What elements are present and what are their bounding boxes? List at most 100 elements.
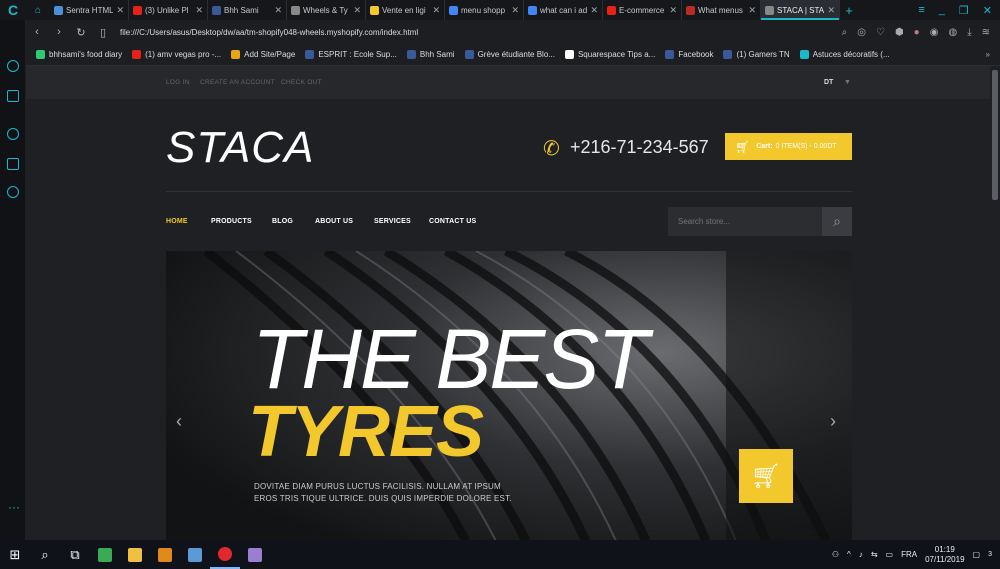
- login-link[interactable]: LOG IN: [166, 79, 190, 86]
- create-account-link[interactable]: CREATE AN ACCOUNT: [200, 79, 275, 86]
- slider-prev-icon[interactable]: ‹: [176, 411, 182, 432]
- search-icon[interactable]: ⌕: [30, 540, 60, 569]
- cube-icon[interactable]: ⬢: [895, 27, 904, 38]
- app-h-icon[interactable]: [90, 540, 120, 569]
- history-icon[interactable]: [7, 128, 19, 140]
- browser-tab[interactable]: what can i ad ✕: [524, 0, 603, 20]
- browser-tab[interactable]: (3) Unlike Pl ✕: [129, 0, 208, 20]
- browser-tab[interactable]: Bhh Sami ✕: [208, 0, 287, 20]
- favicon-icon: [686, 5, 695, 15]
- bookmark-item[interactable]: (1) amv vegas pro -...: [132, 50, 221, 59]
- bookmark-item[interactable]: ESPRIT : Ecole Sup...: [305, 50, 397, 59]
- page-scrollbar[interactable]: [990, 66, 1000, 540]
- clock[interactable]: 01:19 07/11/2019: [925, 545, 964, 565]
- app-blue-icon[interactable]: [180, 540, 210, 569]
- chevron-down-icon[interactable]: ▼: [844, 79, 851, 86]
- close-tab-icon[interactable]: ✕: [669, 5, 677, 16]
- browser-tab[interactable]: Sentra HTML ✕: [50, 0, 129, 20]
- forward-icon[interactable]: ›: [48, 26, 70, 38]
- tray-chevron-icon[interactable]: ^: [847, 550, 851, 559]
- close-tab-icon[interactable]: ✕: [511, 5, 519, 16]
- settings-icon[interactable]: [7, 186, 19, 198]
- browser-tab[interactable]: E-commerce ✕: [603, 0, 682, 20]
- profile-icon[interactable]: ◍: [948, 27, 957, 38]
- snapshot-icon[interactable]: ◎: [857, 27, 866, 38]
- favicon-icon: [564, 50, 574, 59]
- battery-icon[interactable]: ▭: [886, 550, 894, 559]
- close-tab-icon[interactable]: ✕: [274, 5, 282, 16]
- nav-home[interactable]: HOME: [166, 218, 188, 225]
- close-tab-icon[interactable]: ✕: [827, 5, 835, 16]
- app-photo-icon[interactable]: [240, 540, 270, 569]
- bookmark-label: Bhh Sami: [419, 50, 455, 59]
- people-icon[interactable]: ⚇: [832, 550, 839, 559]
- bookmark-item[interactable]: Astuces décoratifs (...: [799, 50, 890, 59]
- close-window-icon[interactable]: ✕: [983, 4, 992, 17]
- more-icon[interactable]: ···: [8, 500, 20, 514]
- volume-icon[interactable]: ♪: [859, 550, 863, 559]
- search-input[interactable]: [668, 207, 823, 236]
- minimize-icon[interactable]: _: [939, 4, 945, 16]
- bookmark-item[interactable]: Grève étudiante Blo...: [464, 50, 555, 59]
- hero-cart-button[interactable]: 🛒︎: [739, 449, 793, 503]
- bookmark-item[interactable]: (1) Gamers TN: [723, 50, 790, 59]
- task-view-icon[interactable]: ⧉: [60, 540, 90, 569]
- search-icon[interactable]: ⌕: [842, 27, 848, 38]
- easy-setup-icon[interactable]: ≋: [982, 27, 990, 38]
- file-explorer-icon[interactable]: [120, 540, 150, 569]
- bookmark-item[interactable]: Bhh Sami: [406, 50, 455, 59]
- browser-logo-icon[interactable]: C: [0, 0, 26, 20]
- nav-products[interactable]: PRODUCTS: [211, 218, 252, 225]
- close-tab-icon[interactable]: ✕: [116, 5, 124, 16]
- browser-tab[interactable]: What menus ✕: [682, 0, 761, 20]
- workspaces-icon[interactable]: ⌂: [26, 0, 50, 20]
- scrollbar-thumb[interactable]: [992, 70, 998, 200]
- speed-dial-icon[interactable]: [7, 60, 19, 72]
- close-tab-icon[interactable]: ✕: [432, 5, 440, 16]
- phone-number: +216-71-234-567: [570, 137, 709, 157]
- nav-blog[interactable]: BLOG: [272, 218, 293, 225]
- site-logo[interactable]: STACA: [166, 123, 314, 173]
- bookmark-label: Astuces décoratifs (...: [812, 50, 890, 59]
- new-tab-button[interactable]: +: [840, 0, 858, 20]
- tab-menu-icon[interactable]: ≡: [918, 4, 924, 16]
- bookmark-item[interactable]: Facebook: [665, 50, 713, 59]
- checkout-link[interactable]: CHECK OUT: [281, 79, 322, 86]
- notifications-icon[interactable]: ▢: [973, 550, 981, 559]
- browser-tab[interactable]: menu shopp ✕: [445, 0, 524, 20]
- nav-services[interactable]: SERVICES: [374, 218, 411, 225]
- download-icon[interactable]: ⤓: [967, 27, 971, 38]
- language-indicator[interactable]: FRA: [901, 550, 917, 559]
- bookmarks-more-icon[interactable]: »: [986, 50, 1000, 59]
- vpn-icon[interactable]: ◉: [930, 27, 939, 38]
- reload-icon[interactable]: ↻: [70, 26, 92, 39]
- extensions-icon[interactable]: [7, 158, 19, 170]
- browser-tab[interactable]: Vente en ligi ✕: [366, 0, 445, 20]
- slider-next-icon[interactable]: ›: [830, 411, 836, 432]
- close-tab-icon[interactable]: ✕: [195, 5, 203, 16]
- twitch-icon[interactable]: [7, 90, 19, 102]
- close-tab-icon[interactable]: ✕: [590, 5, 598, 16]
- sublime-icon[interactable]: [150, 540, 180, 569]
- search-button[interactable]: ⌕: [822, 207, 852, 236]
- browser-tab[interactable]: Wheels & Ty ✕: [287, 0, 366, 20]
- bookmark-item[interactable]: bhhsami's food diary: [36, 50, 122, 59]
- time: 01:19: [934, 544, 955, 554]
- bookmark-item[interactable]: Add Site/Page: [231, 50, 295, 59]
- nav-contact[interactable]: CONTACT US: [429, 218, 476, 225]
- opera-gx-icon[interactable]: [210, 540, 240, 569]
- close-tab-icon[interactable]: ✕: [353, 5, 361, 16]
- url-field[interactable]: file:///C:/Users/asus/Desktop/dw/aa/tm-s…: [120, 28, 418, 37]
- cart-button[interactable]: 🛒︎ Cart: 0 ITEM(S) - 0.00DT: [725, 133, 852, 160]
- close-tab-icon[interactable]: ✕: [748, 5, 756, 16]
- windows-start-icon[interactable]: ⊞: [0, 540, 30, 569]
- currency-selector[interactable]: DT: [824, 79, 833, 86]
- maximize-icon[interactable]: ❐: [959, 4, 969, 17]
- network-icon[interactable]: ⇆: [871, 550, 878, 559]
- nav-about[interactable]: ABOUT US: [315, 218, 353, 225]
- back-icon[interactable]: ‹: [26, 26, 48, 38]
- browser-tab[interactable]: STACA | STAC✕: [761, 0, 840, 20]
- heart-icon[interactable]: ♡: [876, 27, 885, 38]
- extension-icon[interactable]: ●: [914, 27, 920, 38]
- bookmark-item[interactable]: Squarespace Tips a...: [564, 50, 655, 59]
